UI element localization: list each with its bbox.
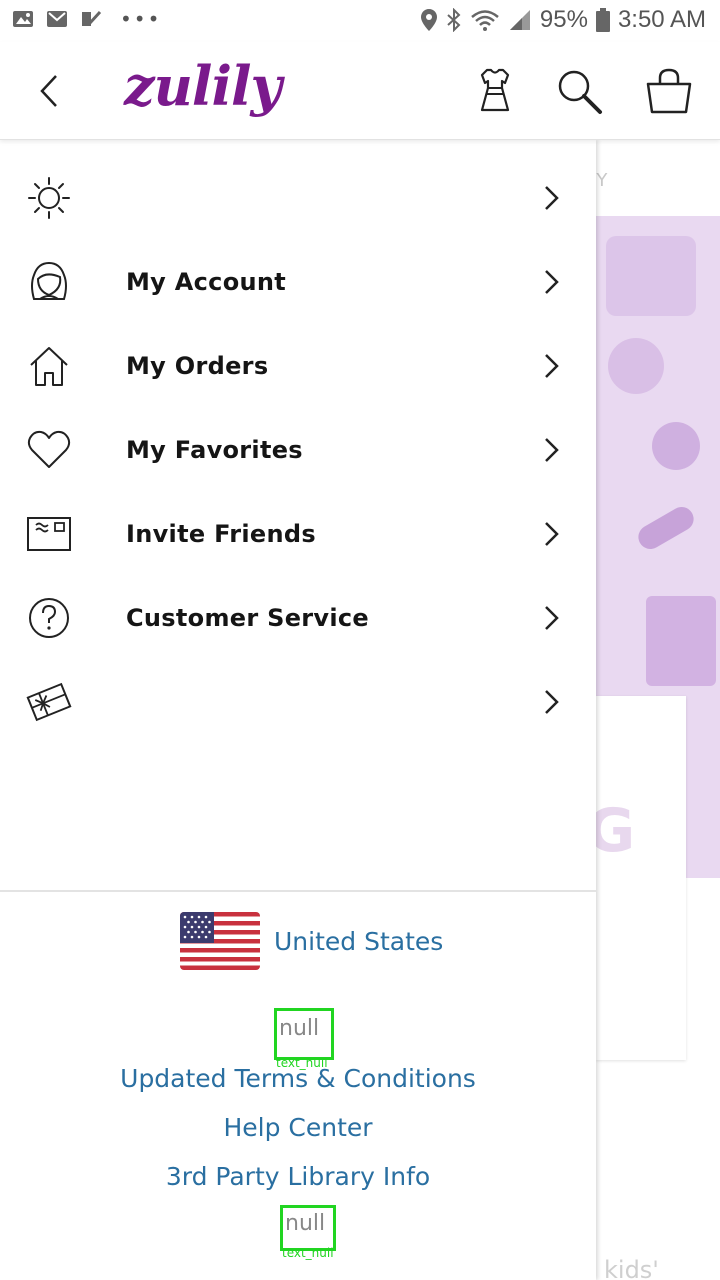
status-bar: ••• 95% 3:50 AM [0,0,720,42]
gift-card-icon [26,682,72,722]
library-info-link[interactable]: 3rd Party Library Info [0,1162,596,1191]
menu-item-my-orders[interactable]: My Orders [0,324,596,408]
back-chevron-icon[interactable] [30,68,70,114]
null-debug-tag: text_null [282,1246,334,1260]
menu-item-label: Customer Service [126,604,369,632]
zulily-logo[interactable]: zulily [124,54,282,118]
task-notification-icon [82,10,102,26]
chevron-right-icon [545,438,559,462]
more-notifications-icon: ••• [120,7,162,31]
menu-item-customer-service[interactable]: Customer Service [0,576,596,660]
app-header: zulily [0,42,720,140]
menu-item-label: Invite Friends [126,520,316,548]
help-center-link[interactable]: Help Center [0,1113,596,1142]
sun-icon [28,177,70,219]
bluetooth-icon [447,8,461,32]
background-page: VY G kids' [584,140,720,1280]
us-flag-icon [180,912,260,970]
menu-item-label: My Account [126,268,287,296]
navigation-drawer: My Account My Orders My Favorites Invite… [0,140,596,1280]
menu-item-promo[interactable] [0,156,596,240]
signal-icon [509,10,530,30]
gmail-notification-icon [47,11,67,27]
chevron-right-icon [545,606,559,630]
null-text-box[interactable]: null [274,1008,334,1060]
null-text: null [285,1211,326,1236]
drawer-divider [0,890,596,892]
invite-card-icon [27,517,71,551]
battery-percent: 95% [539,6,588,33]
question-circle-icon [29,598,69,638]
chevron-right-icon [545,354,559,378]
search-icon[interactable] [554,66,604,116]
chevron-right-icon [545,522,559,546]
chevron-right-icon [545,270,559,294]
null-text-box[interactable]: null [280,1205,336,1251]
menu-item-gift-card[interactable] [0,660,596,744]
system-status: 95% 3:50 AM [420,6,706,34]
wifi-icon [471,10,499,31]
dress-icon[interactable] [470,66,520,116]
country-link[interactable]: United States [274,927,443,956]
background-card: G [586,696,686,1060]
image-notification-icon [13,11,33,27]
clock: 3:50 AM [617,6,706,33]
terms-link[interactable]: Updated Terms & Conditions [0,1064,596,1093]
battery-icon [595,8,610,32]
chevron-right-icon [545,186,559,210]
background-bottom-text: kids' [604,1256,659,1280]
country-selector[interactable]: United States [180,912,443,970]
menu-item-label: My Favorites [126,436,303,464]
menu-item-my-account[interactable]: My Account [0,240,596,324]
heart-icon [27,430,71,468]
null-text: null [279,1016,320,1041]
location-icon [420,9,437,31]
menu-item-label: My Orders [126,352,269,380]
shopping-bag-icon[interactable] [644,66,694,116]
menu-item-my-favorites[interactable]: My Favorites [0,408,596,492]
home-icon [30,347,68,386]
account-face-icon [31,261,67,300]
menu-item-invite-friends[interactable]: Invite Friends [0,492,596,576]
chevron-right-icon [545,690,559,714]
notification-icons: ••• [12,8,161,30]
